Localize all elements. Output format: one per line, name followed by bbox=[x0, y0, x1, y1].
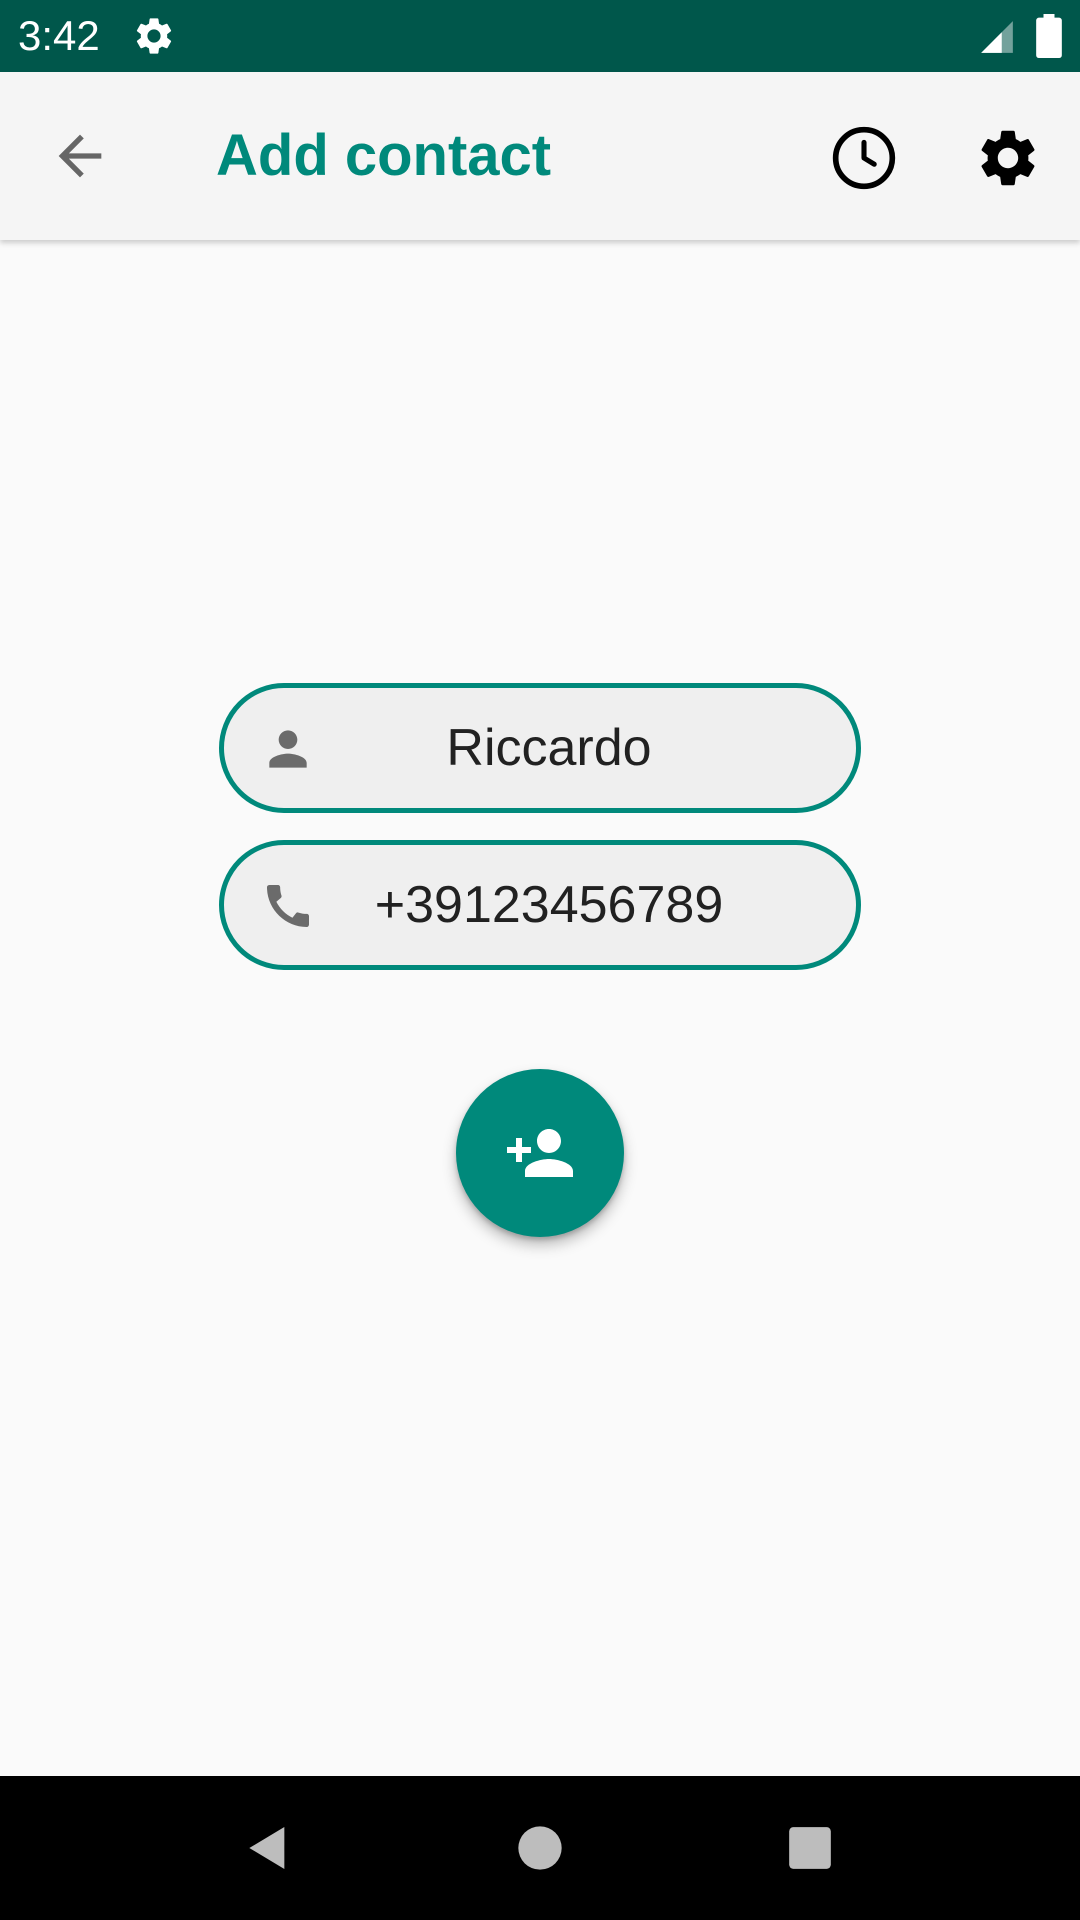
back-triangle-icon bbox=[249, 1827, 285, 1869]
signal-icon bbox=[981, 21, 1013, 53]
person-icon bbox=[269, 730, 307, 768]
add-contact-button[interactable] bbox=[456, 1069, 624, 1237]
back-button[interactable] bbox=[42, 118, 118, 194]
app-bar: Add contact bbox=[0, 72, 1080, 240]
arrow-back-icon bbox=[58, 134, 102, 178]
home-circle-icon bbox=[518, 1826, 562, 1870]
page-title: Add contact bbox=[216, 123, 552, 188]
name-input[interactable] bbox=[324, 688, 774, 808]
gear-icon bbox=[136, 18, 172, 54]
screen: 3:42 Add contact bbox=[0, 0, 1080, 1920]
nav-home-button[interactable] bbox=[504, 1812, 576, 1884]
status-bar: 3:42 bbox=[0, 0, 1080, 72]
name-field[interactable] bbox=[219, 683, 861, 813]
phone-input[interactable] bbox=[324, 845, 774, 965]
status-time: 3:42 bbox=[18, 12, 100, 59]
navigation-bar bbox=[0, 1776, 1080, 1920]
phone-icon bbox=[267, 885, 309, 927]
phone-field[interactable] bbox=[219, 840, 861, 970]
recents-square-icon bbox=[789, 1827, 831, 1869]
settings-button[interactable] bbox=[966, 116, 1050, 200]
add-person-icon bbox=[507, 1129, 573, 1177]
battery-icon bbox=[1036, 14, 1062, 58]
nav-back-button[interactable] bbox=[232, 1812, 304, 1884]
settings-icon bbox=[981, 130, 1035, 186]
history-icon bbox=[832, 126, 896, 190]
nav-recents-button[interactable] bbox=[774, 1812, 846, 1884]
history-button[interactable] bbox=[822, 116, 906, 200]
